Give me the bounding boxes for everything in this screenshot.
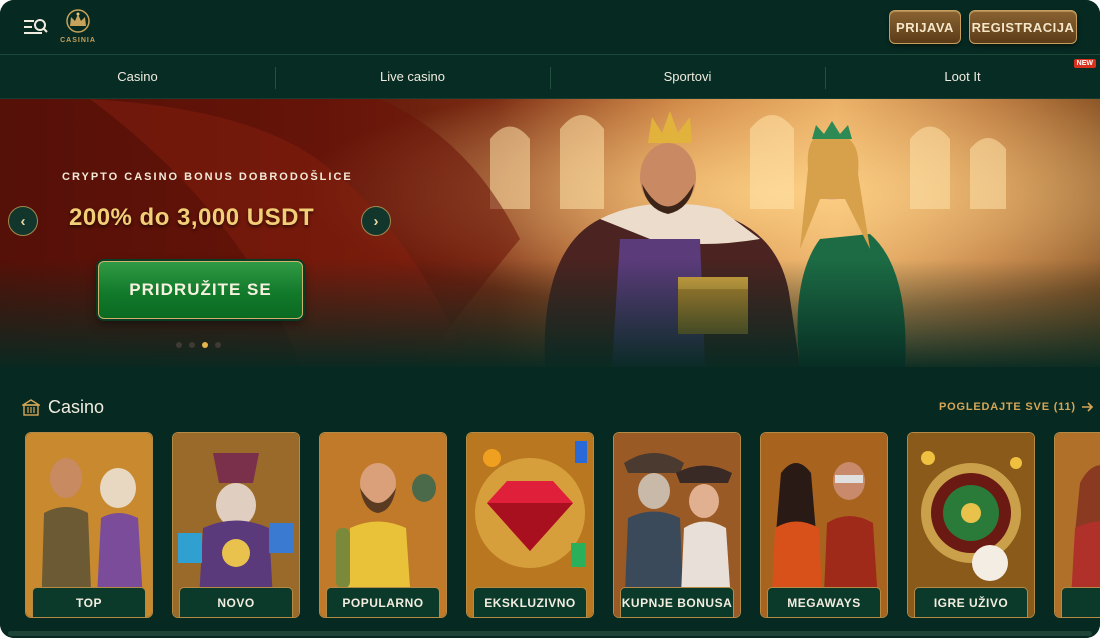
card-label: EKSKLUZIVNO — [473, 587, 587, 617]
carousel-dot[interactable] — [215, 342, 221, 348]
nav-item-label: Casino — [117, 69, 158, 84]
chevron-left-icon[interactable]: ‹ — [8, 206, 38, 236]
nav-item-label: Sportovi — [663, 69, 712, 84]
carousel-dot[interactable] — [189, 342, 195, 348]
new-badge: NEW — [1073, 59, 1096, 68]
casino-building-icon — [22, 399, 40, 416]
nav-item-sports[interactable]: Sportovi — [550, 55, 825, 98]
carousel-dots — [176, 342, 221, 348]
view-all-label: POGLEDAJTE SVE (11) — [939, 401, 1076, 413]
join-button[interactable]: PRIDRUŽITE SE — [98, 261, 303, 319]
category-card-megaways[interactable]: MEGAWAYS — [760, 432, 888, 618]
category-card-bonus-buy[interactable]: KUPNJE BONUSA — [613, 432, 741, 618]
card-label: MEGAWAYS — [767, 587, 881, 617]
promo-banner[interactable]: CRYPTO CASINO BONUS DOBRODOŠLICE 200% do… — [0, 99, 1100, 367]
card-label: NOVO — [179, 587, 293, 617]
menu-search-icon[interactable] — [24, 16, 48, 38]
top-header: CASINIA PRIJAVA REGISTRACIJA — [0, 0, 1100, 55]
nav-item-loot-it[interactable]: Loot It NEW — [825, 55, 1100, 98]
banner-title: 200% do 3,000 USDT — [69, 204, 315, 231]
card-label: POPULARNO — [326, 587, 440, 617]
card-label: IGRE UŽIVO — [914, 587, 1028, 617]
crown-logo-icon — [66, 9, 90, 33]
category-card-popular[interactable]: POPULARNO — [319, 432, 447, 618]
card-label: TOP — [32, 587, 146, 617]
view-all-link[interactable]: POGLEDAJTE SVE (11) — [939, 401, 1094, 413]
category-card-top[interactable]: TOP — [25, 432, 153, 618]
nav-item-label: Live casino — [379, 69, 446, 84]
category-cards: TOP NOVO POPULARNO EKSKLUZIVNO KUPNJE BO… — [25, 432, 1100, 618]
card-label: INSTA — [1061, 587, 1100, 617]
register-button[interactable]: REGISTRACIJA — [969, 10, 1077, 44]
carousel-dot[interactable] — [176, 342, 182, 348]
section-title: Casino — [48, 397, 105, 417]
app-frame: CASINIA PRIJAVA REGISTRACIJA Casino Live… — [0, 0, 1100, 638]
banner-subtitle: CRYPTO CASINO BONUS DOBRODOŠLICE — [62, 171, 353, 183]
category-card-new[interactable]: NOVO — [172, 432, 300, 618]
main-nav: Casino Live casino Sportovi Loot It NEW — [0, 55, 1100, 99]
king-queen-illustration — [0, 99, 1100, 367]
carousel-dot-active[interactable] — [202, 342, 208, 348]
category-card-live-games[interactable]: IGRE UŽIVO — [907, 432, 1035, 618]
login-button[interactable]: PRIJAVA — [889, 10, 961, 44]
nav-item-live-casino[interactable]: Live casino — [275, 55, 550, 98]
card-label: KUPNJE BONUSA — [620, 587, 734, 617]
nav-item-casino[interactable]: Casino — [0, 55, 275, 98]
logo-text: CASINIA — [60, 37, 96, 44]
casinia-logo[interactable]: CASINIA — [58, 8, 98, 48]
casino-section: Casino POGLEDAJTE SVE (11) TOP NOVO POPU… — [0, 367, 1100, 638]
category-card-exclusive[interactable]: EKSKLUZIVNO — [466, 432, 594, 618]
category-card-insta[interactable]: INSTA — [1054, 432, 1100, 618]
chevron-right-icon[interactable]: › — [361, 206, 391, 236]
nav-item-label: Loot It — [944, 69, 981, 84]
arrow-right-icon — [1081, 402, 1093, 412]
horizontal-scrollbar[interactable] — [8, 631, 1092, 636]
